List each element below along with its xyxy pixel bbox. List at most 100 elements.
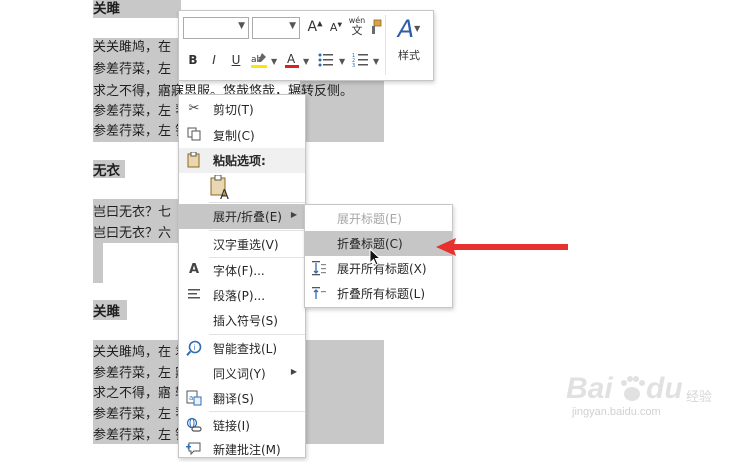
italic-icon: I xyxy=(212,53,216,67)
menu-item-label: 同义词(Y) xyxy=(213,367,266,381)
numbering-button[interactable]: 1 2 3 xyxy=(352,51,370,72)
selection-highlight xyxy=(93,243,103,283)
section-heading: 无衣 xyxy=(93,163,120,179)
font-icon: A xyxy=(188,262,200,277)
svg-text:a: a xyxy=(189,394,193,402)
format-painter-icon xyxy=(372,19,382,34)
poem-line: 参差荇菜，左 xyxy=(93,62,172,77)
menu-item-translate[interactable]: a 翻译(S) xyxy=(179,386,305,411)
menu-separator xyxy=(209,230,305,231)
bullets-button[interactable] xyxy=(317,51,335,72)
menu-item-cut[interactable]: ✂ 剪切(T) xyxy=(179,97,305,122)
phonetic-guide-button[interactable]: wén 文 xyxy=(347,16,367,36)
bold-icon: B xyxy=(188,53,198,67)
chevron-down-icon[interactable]: ▼ xyxy=(373,57,379,66)
italic-button[interactable]: I xyxy=(207,53,221,67)
bold-button[interactable]: B xyxy=(185,53,201,67)
menu-item-insert-symbol[interactable]: 插入符号(S) xyxy=(179,308,305,333)
styles-icon: A▼ xyxy=(397,15,421,43)
grow-font-icon: A xyxy=(307,19,318,35)
watermark-brand-left: Bai xyxy=(566,372,613,405)
chevron-down-icon[interactable]: ▼ xyxy=(271,57,277,66)
menu-item-hanzi-reselect[interactable]: 汉字重选(V) xyxy=(179,232,305,257)
submenu-arrow-icon: ▶ xyxy=(290,367,297,376)
menu-item-new-comment[interactable]: 新建批注(M) xyxy=(179,437,305,462)
highlight-button[interactable]: ab xyxy=(249,51,269,72)
expand-all-icon xyxy=(311,260,327,276)
annotation-arrow xyxy=(436,238,568,256)
submenu-item-collapse-all-headings[interactable]: 折叠所有标题(L) xyxy=(305,281,452,306)
menu-item-font[interactable]: A 字体(F)... xyxy=(179,258,305,283)
chevron-down-icon[interactable]: ▼ xyxy=(339,57,345,66)
paragraph-icon xyxy=(186,287,202,303)
grow-font-button[interactable]: A▲ xyxy=(307,19,323,35)
format-painter-button[interactable] xyxy=(369,19,383,38)
font-name-combo[interactable]: ▼ xyxy=(183,17,249,39)
menu-item-label: 字体(F)... xyxy=(213,264,265,278)
font-size-combo[interactable]: ▼ xyxy=(252,17,300,39)
context-menu: ✂ 剪切(T) 复制(C) 粘贴选项: A 展开/折叠(E) ▶ 汉字重选(V)… xyxy=(178,94,306,458)
shrink-font-button[interactable]: A▼ xyxy=(329,21,343,34)
menu-item-label: 段落(P)... xyxy=(213,289,266,303)
styles-label: 样式 xyxy=(398,49,420,62)
menu-separator xyxy=(209,202,305,203)
svg-text:A: A xyxy=(287,52,296,66)
svg-text:i: i xyxy=(194,344,196,352)
menu-item-label: 插入符号(S) xyxy=(213,314,278,328)
menu-item-label: 链接(I) xyxy=(213,419,250,433)
submenu-item-label: 折叠所有标题(L) xyxy=(337,287,426,301)
section-heading: 关雎 xyxy=(93,304,120,320)
font-color-button[interactable]: A xyxy=(283,51,301,72)
selection-highlight xyxy=(300,340,384,444)
svg-text:A: A xyxy=(220,188,229,201)
toolbar-divider xyxy=(385,15,386,75)
translate-icon: a xyxy=(186,390,202,406)
submenu-item-label: 展开标题(E) xyxy=(337,212,402,226)
menu-separator xyxy=(209,334,305,335)
phonetic-bottom: 文 xyxy=(351,24,363,37)
chevron-down-icon: ▼ xyxy=(289,21,296,31)
menu-item-label: 智能查找(L) xyxy=(213,342,278,356)
watermark-url: jingyan.baidu.com xyxy=(572,406,661,418)
clipboard-icon xyxy=(186,151,202,168)
menu-separator xyxy=(209,411,305,412)
scissors-icon: ✂ xyxy=(188,101,200,116)
menu-item-label: 剪切(T) xyxy=(213,103,254,117)
paste-text-only-icon: A xyxy=(210,174,229,203)
submenu-item-expand-heading[interactable]: 展开标题(E) xyxy=(305,206,452,231)
section-heading: 关雎 xyxy=(93,1,120,17)
poem-line: 关关雎鸠，在 xyxy=(93,40,172,55)
chevron-down-icon[interactable]: ▼ xyxy=(303,57,309,66)
numbered-list-icon: 1 2 3 xyxy=(352,53,368,69)
watermark-brand-mid: du xyxy=(646,372,683,405)
underline-icon: U xyxy=(231,53,241,67)
mouse-cursor-icon xyxy=(369,248,382,266)
mini-toolbar: ▼ ▼ A▲ A▼ wén 文 B I U ab ▼ A ▼ ▼ 1 2 3 ▼… xyxy=(178,10,434,81)
menu-item-synonyms[interactable]: 同义词(Y) ▶ xyxy=(179,361,305,386)
poem-line: 岂曰无衣？七 xyxy=(93,205,172,220)
menu-item-smart-lookup[interactable]: i 智能查找(L) xyxy=(179,336,305,361)
styles-glyph: A xyxy=(397,15,415,43)
watermark-sub: 经验 xyxy=(686,389,713,404)
menu-item-expand-collapse[interactable]: 展开/折叠(E) ▶ xyxy=(179,204,305,229)
menu-item-copy[interactable]: 复制(C) xyxy=(179,123,305,148)
baidu-logo: Bai du 经验 xyxy=(566,372,716,406)
menu-item-label: 展开/折叠(E) xyxy=(213,210,282,224)
menu-item-link[interactable]: 链接(I) xyxy=(179,413,305,438)
menu-paste-options-header: 粘贴选项: xyxy=(179,148,305,173)
smart-lookup-icon: i xyxy=(186,340,202,356)
menu-item-label: 翻译(S) xyxy=(213,392,254,406)
svg-text:3: 3 xyxy=(352,63,355,69)
paw-icon xyxy=(621,376,645,401)
paste-keep-text-only-button[interactable]: A xyxy=(209,174,233,203)
styles-button[interactable]: A▼ 样式 xyxy=(389,15,429,75)
menu-item-label: 新建批注(M) xyxy=(213,443,281,457)
menu-item-label: 粘贴选项: xyxy=(213,154,266,168)
menu-item-label: 汉字重选(V) xyxy=(213,238,279,252)
underline-button[interactable]: U xyxy=(229,53,243,67)
poem-line: 岂曰无衣？六 xyxy=(93,226,172,241)
chevron-down-icon: ▼ xyxy=(238,21,245,31)
menu-item-paragraph[interactable]: 段落(P)... xyxy=(179,283,305,308)
submenu-arrow-icon: ▶ xyxy=(290,210,297,219)
baidu-watermark: Bai du 经验 jingyan.baidu.com xyxy=(566,372,716,418)
